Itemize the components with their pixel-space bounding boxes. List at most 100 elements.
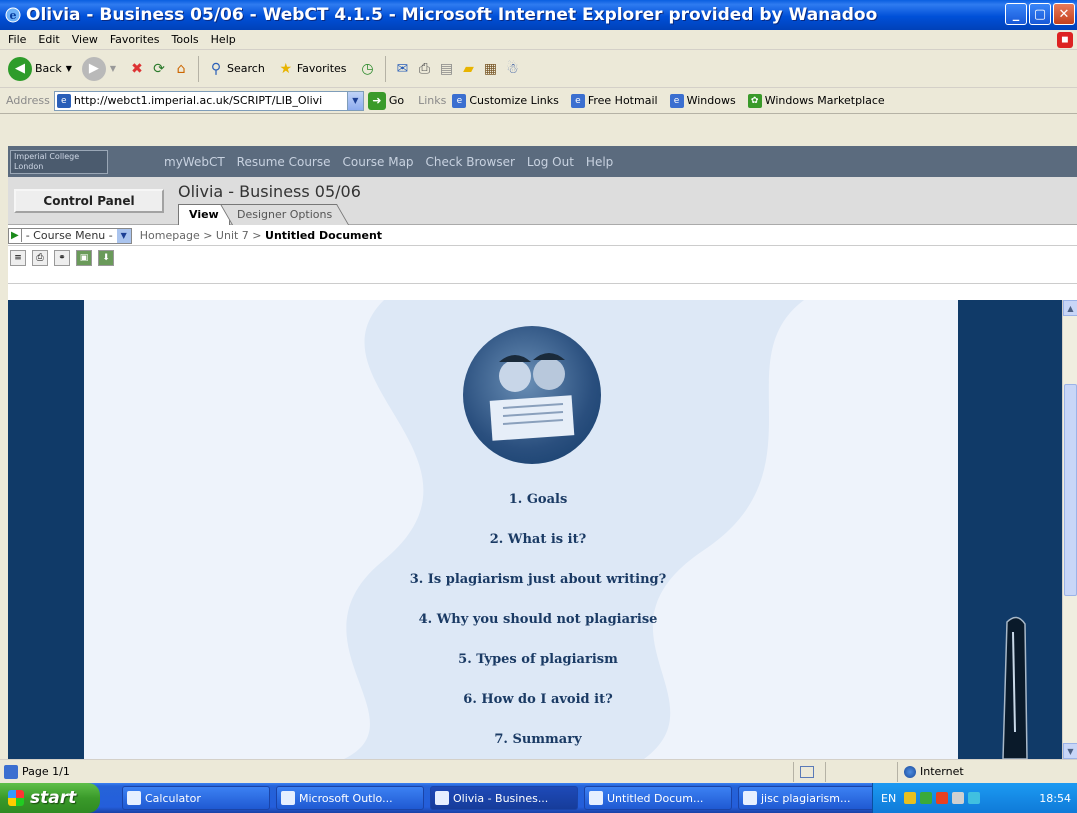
toc-why-not-plagiarise[interactable]: 4. Why you should not plagiarise <box>288 610 788 650</box>
link-free-hotmail[interactable]: e Free Hotmail <box>570 93 658 108</box>
download-icon[interactable]: ⬇ <box>98 250 114 266</box>
link-windows[interactable]: e Windows <box>669 93 736 108</box>
task-jisc-plagiarism[interactable]: jisc plagiarism... <box>738 786 886 810</box>
svg-text:e: e <box>10 9 17 22</box>
link-label: Customize Links <box>469 94 559 107</box>
standard-toolbar: ◀ Back ▼ ▶ ▼ ✖ ⟳ ⌂ ⚲ Search ★ Favorites … <box>0 50 1077 88</box>
back-button[interactable]: ◀ Back ▼ <box>8 56 72 81</box>
folder-icon[interactable]: ▰ <box>458 58 480 80</box>
image-icon[interactable]: ▣ <box>76 250 92 266</box>
address-bar: Address e http://webct1.imperial.ac.uk/S… <box>0 88 1077 114</box>
home-icon[interactable]: ⌂ <box>170 58 192 80</box>
course-menu-select[interactable]: ▶ - Course Menu - ▼ <box>8 227 132 244</box>
task-calculator[interactable]: Calculator <box>122 786 270 810</box>
forward-dropdown-icon[interactable]: ▼ <box>110 64 116 73</box>
print-page-icon[interactable]: ⎙ <box>32 250 48 266</box>
address-url: http://webct1.imperial.ac.uk/SCRIPT/LIB_… <box>73 94 323 107</box>
breadcrumb-current: Untitled Document <box>265 229 383 242</box>
task-label: Olivia - Busines... <box>453 791 549 805</box>
search-icon: ⚲ <box>210 60 222 77</box>
start-button[interactable]: start <box>0 783 100 813</box>
go-button[interactable]: ➜ Go <box>367 91 404 110</box>
toolbar-separator <box>384 55 386 82</box>
status-bar: Page 1/1 Internet <box>0 759 1077 783</box>
status-segment <box>793 761 823 782</box>
scroll-thumb[interactable] <box>1064 384 1077 596</box>
list-icon[interactable]: ≡ <box>10 250 26 266</box>
window-title: Olivia - Business 05/06 - WebCT 4.1.5 - … <box>26 5 878 25</box>
link-windows-marketplace[interactable]: ✿ Windows Marketplace <box>747 93 885 108</box>
research-icon[interactable]: ▦ <box>480 58 502 80</box>
breadcrumb-row: ▶ - Course Menu - ▼ Homepage > Unit 7 > … <box>8 226 1077 246</box>
menu-help[interactable]: Help <box>211 33 236 46</box>
stop-icon[interactable]: ✖ <box>126 58 148 80</box>
nav-check-browser[interactable]: Check Browser <box>426 155 515 169</box>
messenger-icon[interactable]: ☃ <box>502 58 524 80</box>
tray-app-icon[interactable] <box>904 792 917 804</box>
forward-button[interactable]: ▶ ▼ <box>81 56 116 81</box>
scroll-down-icon[interactable]: ▼ <box>1063 743 1077 759</box>
address-dropdown-icon[interactable]: ▼ <box>346 91 363 110</box>
tray-app-icon[interactable] <box>920 792 933 804</box>
task-olivia-business[interactable]: Olivia - Busines... <box>430 786 578 810</box>
windows-flag-icon: ◼ <box>1057 32 1073 48</box>
history-icon[interactable]: ◷ <box>357 58 379 80</box>
page-icon: e <box>56 93 71 108</box>
language-indicator[interactable]: EN <box>881 792 896 805</box>
back-dropdown-icon[interactable]: ▼ <box>66 64 72 73</box>
close-button[interactable]: ✕ <box>1053 3 1075 25</box>
volume-icon[interactable] <box>968 792 981 804</box>
print-icon[interactable]: ⎙ <box>414 58 436 80</box>
search-button[interactable]: ⚲ Search <box>205 58 265 80</box>
task-untitled-document[interactable]: Untitled Docum... <box>584 786 732 810</box>
toc-types-of-plagiarism[interactable]: 5. Types of plagiarism <box>288 650 788 690</box>
favorites-star-icon: ★ <box>279 60 293 77</box>
maximize-button[interactable]: ▢ <box>1029 3 1051 25</box>
toc-what-is-it[interactable]: 2. What is it? <box>288 530 788 570</box>
control-panel-button[interactable]: Control Panel <box>14 189 164 213</box>
menu-favorites[interactable]: Favorites <box>110 33 160 46</box>
vertical-scrollbar[interactable]: ▲ ▼ <box>1062 300 1077 759</box>
task-outlook[interactable]: Microsoft Outlo... <box>276 786 424 810</box>
nav-help[interactable]: Help <box>586 155 613 169</box>
refresh-icon[interactable]: ⟳ <box>148 58 170 80</box>
left-decor-bar <box>8 300 84 759</box>
course-header: Control Panel Olivia - Business 05/06 Vi… <box>8 177 1077 225</box>
links-label: Links <box>418 94 447 107</box>
menu-edit[interactable]: Edit <box>38 33 59 46</box>
windows-logo-icon <box>8 790 24 806</box>
play-triangle-icon: ▶ <box>11 230 19 241</box>
favorites-button[interactable]: ★ Favorites <box>275 58 347 80</box>
start-label: start <box>30 788 77 808</box>
menu-view[interactable]: View <box>72 33 98 46</box>
status-text: Page 1/1 <box>22 765 70 778</box>
course-menu-dropdown-icon[interactable]: ▼ <box>116 228 131 243</box>
tray-app-icon[interactable] <box>952 792 965 804</box>
nav-resume-course[interactable]: Resume Course <box>237 155 331 169</box>
nav-log-out[interactable]: Log Out <box>527 155 574 169</box>
ie-icon <box>435 791 449 805</box>
minimize-button[interactable]: _ <box>1005 3 1027 25</box>
link-customize-links[interactable]: e Customize Links <box>452 93 559 108</box>
ie-icon <box>589 791 603 805</box>
toc-goals[interactable]: 1. Goals <box>288 490 788 530</box>
edit-icon[interactable]: ▤ <box>436 58 458 80</box>
nav-course-map[interactable]: Course Map <box>343 155 414 169</box>
tray-app-icon[interactable] <box>936 792 949 804</box>
menu-file[interactable]: File <box>8 33 26 46</box>
address-input[interactable]: e http://webct1.imperial.ac.uk/SCRIPT/LI… <box>53 90 364 111</box>
tab-designer-options[interactable]: Designer Options <box>219 204 349 225</box>
imperial-college-logo[interactable]: Imperial College London <box>10 149 108 174</box>
link-icon[interactable]: ⚭ <box>54 250 70 266</box>
tab-designer-options-label: Designer Options <box>236 208 332 221</box>
toc-just-about-writing[interactable]: 3. Is plagiarism just about writing? <box>288 570 788 610</box>
clock[interactable]: 18:54 <box>1039 792 1071 805</box>
menu-tools[interactable]: Tools <box>172 33 199 46</box>
status-segment <box>825 761 895 782</box>
scroll-up-icon[interactable]: ▲ <box>1063 300 1077 316</box>
toc-how-avoid[interactable]: 6. How do I avoid it? <box>288 690 788 730</box>
mail-icon[interactable]: ✉ <box>392 58 414 80</box>
breadcrumb-path[interactable]: Homepage > Unit 7 > <box>140 229 265 242</box>
window-titlebar[interactable]: e Olivia - Business 05/06 - WebCT 4.1.5 … <box>0 0 1077 30</box>
nav-mywebct[interactable]: myWebCT <box>164 155 225 169</box>
